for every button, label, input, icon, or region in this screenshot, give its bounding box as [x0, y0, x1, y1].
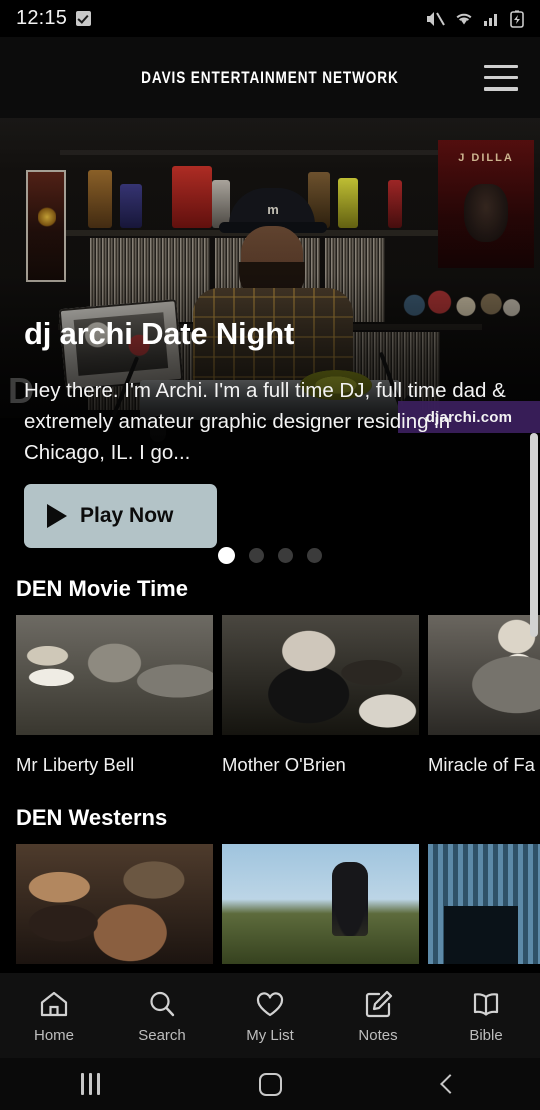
open-book-icon [473, 992, 499, 1016]
mute-icon [427, 11, 445, 26]
movie-card[interactable]: Miracle of Fa [428, 615, 540, 776]
app-screen: 12:15 DAVIS ENTERTAINMENT NETWORK D djar… [0, 0, 540, 1110]
nav-label: My List [246, 1026, 294, 1044]
row-title: DEN Movie Time [16, 576, 188, 601]
row-strip[interactable]: Mr Liberty Bell Mother O'Brien Miracle o… [0, 615, 540, 776]
movie-title: Miracle of Fa [428, 754, 535, 775]
carousel-dot-3[interactable] [278, 548, 293, 563]
android-navigation-bar [0, 1058, 540, 1110]
status-bar: 12:15 [0, 0, 540, 37]
nav-item-bible[interactable]: Bible [432, 988, 540, 1044]
hero-title: dj archi Date Night [24, 316, 295, 351]
row-title: DEN Westerns [16, 805, 168, 830]
movie-card[interactable] [16, 844, 213, 964]
movie-title: Mother O'Brien [222, 754, 346, 775]
carousel-dot-1[interactable] [218, 547, 235, 564]
play-now-button[interactable]: Play Now [24, 484, 217, 548]
status-bar-left: 12:15 [16, 7, 92, 30]
nav-label: Bible [469, 1026, 503, 1044]
home-icon [40, 991, 68, 1016]
vertical-scrollbar[interactable] [530, 433, 538, 637]
nav-item-home[interactable]: Home [0, 988, 108, 1044]
carousel-dot-4[interactable] [307, 548, 322, 563]
hamburger-bar [484, 64, 518, 68]
recents-button[interactable] [0, 1073, 180, 1095]
play-now-label: Play Now [80, 504, 174, 527]
content-rows: DEN Movie Time Mr Liberty Bell Mother O'… [0, 576, 540, 964]
hero-description: Hey there. I'm Archi. I'm a full time DJ… [24, 379, 506, 464]
movie-card[interactable] [222, 844, 419, 964]
search-icon [150, 991, 175, 1016]
movie-thumbnail [16, 615, 213, 735]
movie-card[interactable]: Mother O'Brien [222, 615, 419, 776]
hamburger-menu-icon[interactable] [484, 64, 518, 91]
movie-thumbnail [428, 615, 540, 735]
play-triangle-icon [47, 504, 67, 528]
row-den-westerns: DEN Westerns [0, 805, 540, 964]
recents-icon [80, 1073, 100, 1095]
nav-item-notes[interactable]: Notes [324, 988, 432, 1044]
movie-thumbnail [16, 844, 213, 964]
back-button[interactable] [360, 1074, 540, 1094]
hero-banner[interactable]: J DILLA m D djarchi.c [0, 118, 540, 576]
bottom-navigation: Home Search My List Notes Bible [0, 973, 540, 1058]
back-chevron-icon [440, 1074, 460, 1094]
battery-charging-icon [510, 9, 524, 28]
hamburger-bar [484, 87, 518, 91]
movie-title: Mr Liberty Bell [16, 754, 135, 775]
app-title: DAVIS ENTERTAINMENT NETWORK [141, 67, 399, 87]
checkbox-icon [76, 11, 92, 26]
signal-icon [484, 13, 497, 26]
nav-label: Home [33, 1026, 74, 1044]
nav-label: Notes [358, 1026, 398, 1044]
carousel-dots [0, 547, 540, 564]
row-den-movie-time: DEN Movie Time Mr Liberty Bell Mother O'… [0, 576, 540, 776]
home-square-icon [258, 1072, 282, 1096]
movie-card[interactable]: Mr Liberty Bell [16, 615, 213, 776]
app-header: DAVIS ENTERTAINMENT NETWORK [0, 37, 540, 118]
status-bar-right [425, 9, 524, 28]
row-strip[interactable] [0, 844, 540, 964]
home-button[interactable] [180, 1072, 360, 1096]
movie-thumbnail [428, 844, 540, 964]
nav-item-search[interactable]: Search [108, 988, 216, 1044]
nav-item-my-list[interactable]: My List [216, 988, 324, 1044]
status-time: 12:15 [16, 7, 68, 29]
movie-thumbnail [222, 844, 419, 964]
movie-thumbnail [222, 615, 419, 735]
wifi-icon [456, 13, 472, 24]
carousel-dot-2[interactable] [249, 548, 264, 563]
heart-icon [256, 991, 284, 1016]
nav-label: Search [138, 1026, 186, 1044]
hamburger-bar [484, 75, 518, 80]
note-edit-icon [365, 990, 393, 1017]
movie-card[interactable] [428, 844, 540, 964]
